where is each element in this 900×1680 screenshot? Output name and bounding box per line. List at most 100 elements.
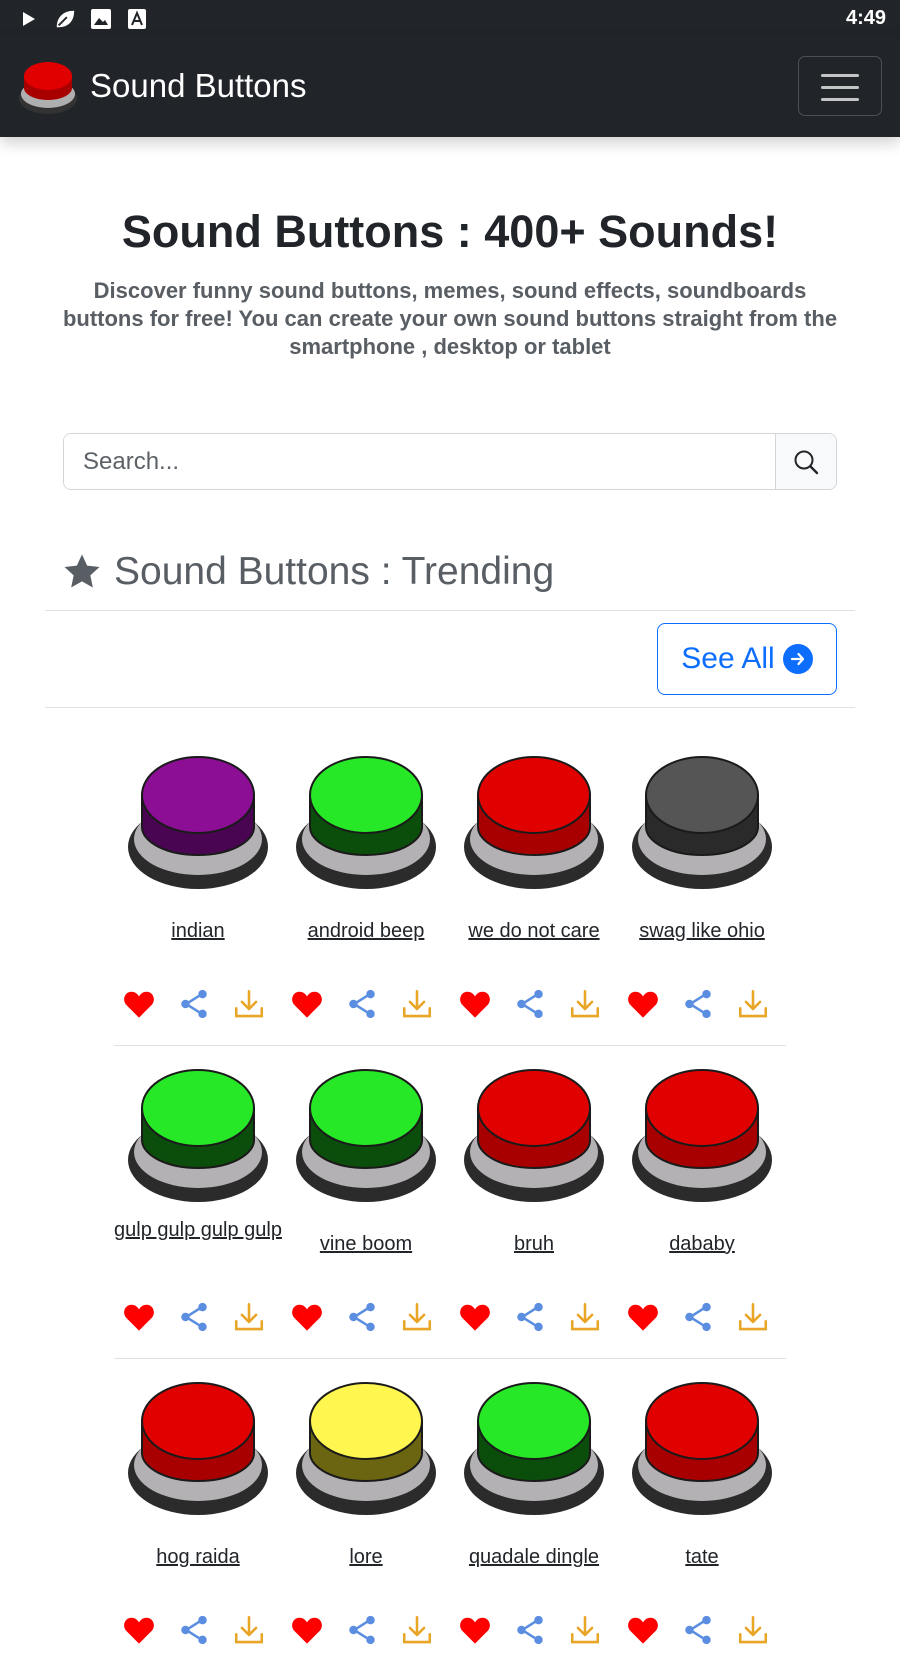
- status-bar: 4:49: [0, 0, 900, 37]
- sound-actions: [282, 1300, 450, 1334]
- see-all-button[interactable]: See All: [657, 623, 837, 695]
- sound-play-button[interactable]: [126, 1379, 270, 1517]
- sound-actions: [114, 1613, 282, 1647]
- share-icon[interactable]: [177, 987, 211, 1021]
- share-icon[interactable]: [513, 1300, 547, 1334]
- sound-play-button[interactable]: [126, 753, 270, 891]
- sound-item: dababy: [618, 1054, 786, 1367]
- sound-label-link[interactable]: bruh: [450, 1229, 618, 1259]
- share-icon[interactable]: [177, 1613, 211, 1647]
- heart-icon[interactable]: [458, 1613, 492, 1647]
- sound-label-link[interactable]: swag like ohio: [618, 916, 786, 946]
- sound-item: quadale dingle: [450, 1367, 618, 1680]
- sound-item: lore: [282, 1367, 450, 1680]
- heart-icon[interactable]: [626, 1300, 660, 1334]
- search-button[interactable]: [775, 434, 836, 489]
- download-icon[interactable]: [736, 1300, 770, 1334]
- image-icon: [90, 8, 112, 30]
- star-icon: [64, 554, 100, 588]
- sound-label-link[interactable]: dababy: [618, 1229, 786, 1259]
- sound-actions: [450, 1613, 618, 1647]
- sound-play-button[interactable]: [462, 1066, 606, 1204]
- sound-item: we do not care: [450, 741, 618, 1054]
- sound-play-button[interactable]: [126, 1066, 270, 1204]
- search-input[interactable]: [64, 434, 775, 489]
- sound-play-button[interactable]: [294, 1066, 438, 1204]
- hamburger-menu-icon[interactable]: [798, 56, 882, 116]
- sound-play-button[interactable]: [462, 753, 606, 891]
- heart-icon[interactable]: [458, 987, 492, 1021]
- sound-actions: [618, 1300, 786, 1334]
- sound-grid: indian android beep we do not care swag lik…: [114, 741, 786, 1680]
- sound-item: tate: [618, 1367, 786, 1680]
- see-all-label: See All: [681, 642, 775, 675]
- sound-actions: [114, 987, 282, 1021]
- sound-label-link[interactable]: we do not care: [450, 916, 618, 946]
- sound-play-button[interactable]: [630, 1066, 774, 1204]
- download-icon[interactable]: [400, 1300, 434, 1334]
- sound-play-button[interactable]: [630, 1379, 774, 1517]
- share-icon[interactable]: [681, 1300, 715, 1334]
- heart-icon[interactable]: [626, 987, 660, 1021]
- share-icon[interactable]: [681, 987, 715, 1021]
- sound-label-link[interactable]: lore: [282, 1542, 450, 1572]
- row-divider: [114, 1358, 786, 1359]
- download-icon[interactable]: [400, 1613, 434, 1647]
- sound-play-button[interactable]: [294, 1379, 438, 1517]
- share-icon[interactable]: [513, 987, 547, 1021]
- download-icon[interactable]: [400, 987, 434, 1021]
- red-button-icon[interactable]: [18, 54, 78, 116]
- sound-row: gulp gulp gulp gulp vine boom bruh dababy: [114, 1054, 786, 1367]
- sound-label-link[interactable]: indian: [114, 916, 282, 946]
- sound-label-link[interactable]: vine boom: [282, 1229, 450, 1259]
- sound-row: indian android beep we do not care swag lik…: [114, 741, 786, 1054]
- download-icon[interactable]: [736, 1613, 770, 1647]
- search-icon: [794, 450, 819, 474]
- share-icon[interactable]: [345, 1300, 379, 1334]
- brand-name[interactable]: Sound Buttons: [90, 67, 307, 105]
- heart-icon[interactable]: [122, 1300, 156, 1334]
- download-icon[interactable]: [568, 1300, 602, 1334]
- divider: [45, 707, 855, 708]
- sound-actions: [450, 987, 618, 1021]
- sound-label-link[interactable]: hog raida: [114, 1542, 282, 1572]
- share-icon[interactable]: [345, 1613, 379, 1647]
- sound-item: hog raida: [114, 1367, 282, 1680]
- download-icon[interactable]: [232, 1300, 266, 1334]
- heart-icon[interactable]: [458, 1300, 492, 1334]
- sound-play-button[interactable]: [630, 753, 774, 891]
- download-icon[interactable]: [232, 987, 266, 1021]
- sound-item: gulp gulp gulp gulp: [114, 1054, 282, 1367]
- heart-icon[interactable]: [290, 1613, 324, 1647]
- download-icon[interactable]: [232, 1613, 266, 1647]
- heart-icon[interactable]: [626, 1613, 660, 1647]
- sound-item: android beep: [282, 741, 450, 1054]
- sound-item: bruh: [450, 1054, 618, 1367]
- heart-icon[interactable]: [290, 1300, 324, 1334]
- row-divider: [114, 1045, 786, 1046]
- share-icon[interactable]: [513, 1613, 547, 1647]
- section-title-text: Sound Buttons : Trending: [114, 550, 555, 593]
- share-icon[interactable]: [177, 1300, 211, 1334]
- sound-actions: [114, 1300, 282, 1334]
- sound-actions: [282, 1613, 450, 1647]
- sound-play-button[interactable]: [462, 1379, 606, 1517]
- heart-icon[interactable]: [122, 987, 156, 1021]
- sound-label-link[interactable]: gulp gulp gulp gulp: [114, 1215, 282, 1245]
- page-title: Sound Buttons : 400+ Sounds!: [121, 206, 779, 257]
- sound-label-link[interactable]: android beep: [282, 916, 450, 946]
- heart-icon[interactable]: [290, 987, 324, 1021]
- divider: [45, 610, 855, 611]
- share-icon[interactable]: [345, 987, 379, 1021]
- download-icon[interactable]: [568, 1613, 602, 1647]
- heart-icon[interactable]: [122, 1613, 156, 1647]
- download-icon[interactable]: [568, 987, 602, 1021]
- search-bar: [63, 433, 837, 490]
- sound-play-button[interactable]: [294, 753, 438, 891]
- download-icon[interactable]: [736, 987, 770, 1021]
- arrow-right-circle-icon: [782, 644, 813, 674]
- sound-label-link[interactable]: quadale dingle: [450, 1542, 618, 1572]
- sound-label-link[interactable]: tate: [618, 1542, 786, 1572]
- font-icon: [126, 8, 148, 30]
- share-icon[interactable]: [681, 1613, 715, 1647]
